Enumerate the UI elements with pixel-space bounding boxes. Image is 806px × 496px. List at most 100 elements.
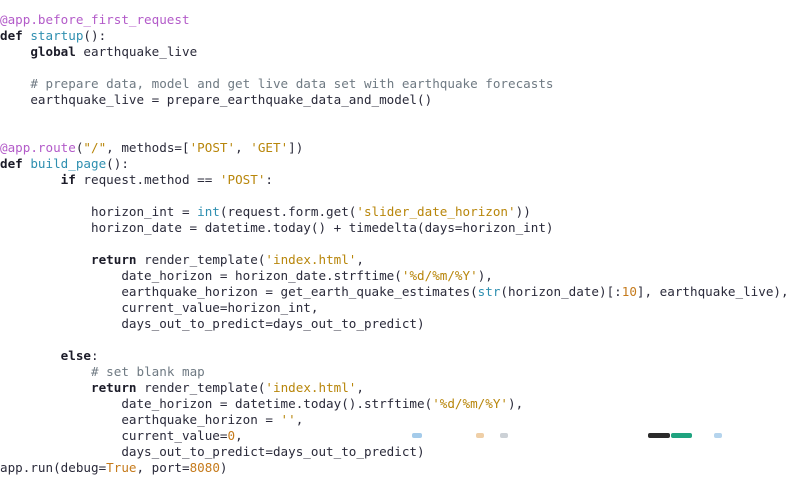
code-token: @app.route bbox=[0, 140, 76, 155]
code-token: : bbox=[265, 172, 273, 187]
code-line: earthquake_horizon = '', bbox=[0, 412, 789, 428]
code-line: if request.method == 'POST': bbox=[0, 172, 789, 188]
code-token: else bbox=[60, 348, 92, 363]
code-token: def bbox=[0, 156, 23, 171]
code-token: global bbox=[30, 44, 76, 59]
code-token: '%d/%m/%Y' bbox=[401, 268, 478, 283]
code-token: ]) bbox=[288, 140, 304, 155]
code-token: ], earthquake_live), bbox=[636, 284, 789, 299]
code-token: 'index.html' bbox=[265, 380, 357, 395]
code-token: request.method == bbox=[75, 172, 220, 187]
code-line: app.run(debug=True, port=8080) bbox=[0, 460, 789, 476]
code-line: def startup(): bbox=[0, 28, 789, 44]
code-token: , bbox=[356, 380, 364, 395]
code-line: return render_template('index.html', bbox=[0, 380, 789, 396]
code-line: global earthquake_live bbox=[0, 44, 789, 60]
code-token: 'POST' bbox=[219, 172, 266, 187]
code-token: date_horizon = datetime.today().strftime… bbox=[0, 396, 433, 411]
code-line: date_horizon = horizon_date.strftime('%d… bbox=[0, 268, 789, 284]
code-block: @app.before_first_request def startup(): … bbox=[0, 12, 789, 476]
code-token: (horizon_date)[: bbox=[500, 284, 622, 299]
code-token: 'GET' bbox=[250, 140, 289, 155]
code-token: earthquake_live bbox=[75, 44, 198, 59]
code-token: (request.form.get( bbox=[219, 204, 357, 219]
code-token: # prepare data, model and get live data … bbox=[30, 76, 554, 91]
code-token: True bbox=[106, 460, 137, 475]
code-token: (): bbox=[83, 28, 107, 43]
artifact-orange-dot bbox=[476, 433, 484, 438]
code-line: earthquake_horizon = get_earth_quake_est… bbox=[0, 284, 789, 300]
code-token: earthquake_horizon = get_earth_quake_est… bbox=[0, 284, 478, 299]
code-token: 'index.html' bbox=[265, 252, 357, 267]
code-line: horizon_int = int(request.form.get('slid… bbox=[0, 204, 789, 220]
code-token: return bbox=[91, 252, 137, 267]
code-line: earthquake_live = prepare_earthquake_dat… bbox=[0, 92, 789, 108]
code-line: days_out_to_predict=days_out_to_predict) bbox=[0, 316, 789, 332]
code-token: days_out_to_predict=days_out_to_predict) bbox=[0, 444, 425, 459]
code-line: @app.before_first_request bbox=[0, 12, 789, 28]
code-token: build_page bbox=[30, 156, 107, 171]
code-token: , methods=[ bbox=[106, 140, 190, 155]
code-token: '' bbox=[280, 412, 296, 427]
artifact-blue-dot bbox=[412, 433, 422, 438]
code-token: render_template( bbox=[136, 380, 266, 395]
code-token: horizon_int = bbox=[0, 204, 198, 219]
code-token: render_template( bbox=[136, 252, 266, 267]
code-line: current_value=horizon_int, bbox=[0, 300, 789, 316]
code-token: return bbox=[91, 380, 137, 395]
code-token: app.run(debug= bbox=[0, 460, 107, 475]
code-token: )) bbox=[515, 204, 531, 219]
code-token: , bbox=[295, 412, 304, 427]
code-line: # prepare data, model and get live data … bbox=[0, 76, 789, 92]
code-token: @app.before_first_request bbox=[0, 12, 190, 27]
code-token: (): bbox=[106, 156, 129, 171]
code-line: def build_page(): bbox=[0, 156, 789, 172]
artifact-green-bar bbox=[671, 433, 692, 438]
code-token: 'POST' bbox=[189, 140, 236, 155]
code-line: # set blank map bbox=[0, 364, 789, 380]
code-token: , bbox=[235, 428, 243, 443]
artifact-gray-dot bbox=[500, 433, 508, 438]
artifact-blue-dot-2 bbox=[714, 433, 722, 438]
code-token: 0 bbox=[227, 428, 236, 443]
code-token: current_value=horizon_int, bbox=[0, 300, 319, 315]
code-token: "/" bbox=[83, 140, 107, 155]
code-line: horizon_date = datetime.today() + timede… bbox=[0, 220, 789, 236]
code-token: def bbox=[0, 28, 23, 43]
code-token: 8080 bbox=[189, 460, 220, 475]
code-token: days_out_to_predict=days_out_to_predict) bbox=[0, 316, 425, 331]
code-token: 10 bbox=[621, 284, 637, 299]
code-line: else: bbox=[0, 348, 789, 364]
code-token: str bbox=[477, 284, 501, 299]
code-token: earthquake_live = prepare_earthquake_dat… bbox=[0, 92, 433, 107]
code-token: if bbox=[60, 172, 76, 187]
code-line: @app.route("/", methods=['POST', 'GET']) bbox=[0, 140, 789, 156]
code-line: date_horizon = datetime.today().strftime… bbox=[0, 396, 789, 412]
code-token: horizon_date = datetime.today() + timede… bbox=[0, 220, 554, 235]
code-token: int bbox=[197, 204, 220, 219]
code-line: return render_template('index.html', bbox=[0, 252, 789, 268]
code-token: ), bbox=[477, 268, 493, 283]
code-token: date_horizon = horizon_date.strftime( bbox=[0, 268, 402, 283]
code-token: earthquake_horizon = bbox=[0, 412, 281, 427]
code-token: 'slider_date_horizon' bbox=[356, 204, 516, 219]
code-token: startup bbox=[30, 28, 84, 43]
code-token: : bbox=[91, 348, 99, 363]
code-token: ) bbox=[219, 460, 228, 475]
code-token: # set blank map bbox=[91, 364, 205, 379]
code-token: ), bbox=[508, 396, 524, 411]
code-token: '%d/%m/%Y' bbox=[432, 396, 509, 411]
artifact-dark-bar bbox=[648, 433, 670, 438]
code-token: , port= bbox=[136, 460, 190, 475]
